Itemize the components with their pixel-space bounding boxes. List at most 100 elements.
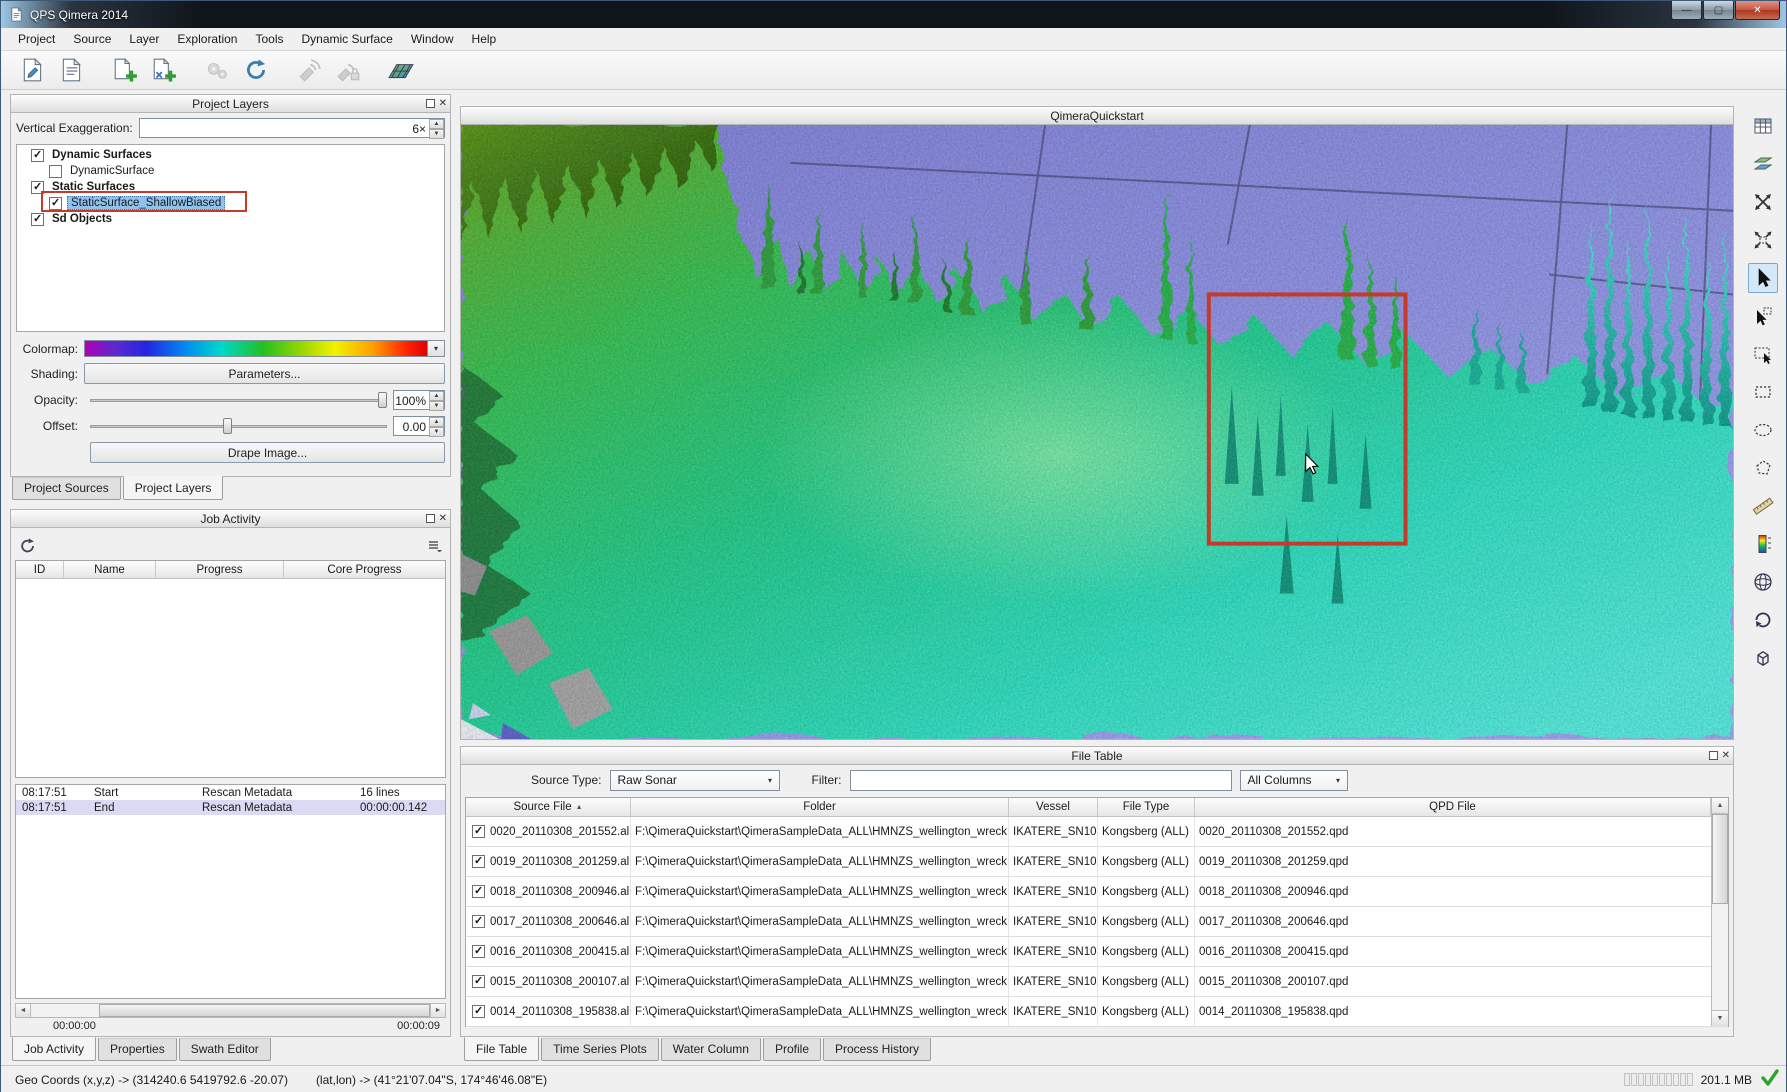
file-table-row[interactable]: 0020_20110308_201552.all F:\QimeraQuicks… bbox=[466, 817, 1728, 847]
column-name[interactable]: Name bbox=[64, 561, 156, 578]
grid-sphere-icon[interactable] bbox=[1748, 567, 1778, 597]
column-qpd-file[interactable]: QPD File bbox=[1195, 798, 1711, 816]
file-table-vertical-scrollbar[interactable]: ▲ ▼ bbox=[1711, 798, 1728, 1026]
column-id[interactable]: ID bbox=[16, 561, 64, 578]
tab-project-layers[interactable]: Project Layers bbox=[123, 476, 224, 500]
opacity-spinbox[interactable]: 100% ▲▼ bbox=[393, 390, 445, 410]
file-table-row[interactable]: 0014_20110308_195838.all F:\QimeraQuicks… bbox=[466, 997, 1728, 1027]
float-panel-button[interactable] bbox=[426, 99, 435, 108]
file-table-row[interactable]: 0017_20110308_200646.all F:\QimeraQuicks… bbox=[466, 907, 1728, 937]
menu-tools[interactable]: Tools bbox=[246, 29, 292, 49]
tab-properties[interactable]: Properties bbox=[98, 1038, 177, 1061]
file-checkbox[interactable] bbox=[472, 825, 485, 838]
rectangle-select-cursor-icon[interactable] bbox=[1748, 339, 1778, 369]
scene-header[interactable]: QimeraQuickstart bbox=[461, 107, 1733, 125]
ellipse-select-icon[interactable] bbox=[1748, 415, 1778, 445]
surface-layers-icon[interactable] bbox=[1748, 149, 1778, 179]
layer-checkbox[interactable] bbox=[31, 149, 44, 162]
menu-exploration[interactable]: Exploration bbox=[168, 29, 246, 49]
columns-dropdown[interactable]: All Columns ▾ bbox=[1240, 770, 1348, 791]
open-project-button[interactable] bbox=[54, 54, 90, 86]
file-checkbox[interactable] bbox=[472, 945, 485, 958]
polygon-select-icon[interactable] bbox=[1748, 453, 1778, 483]
title-bar[interactable]: QPS Qimera 2014 — ▢ ✕ bbox=[1, 1, 1786, 28]
menu-source[interactable]: Source bbox=[64, 29, 120, 49]
spin-up-icon[interactable]: ▲ bbox=[429, 391, 444, 401]
tab-time-series-plots[interactable]: Time Series Plots bbox=[541, 1038, 659, 1061]
source-type-dropdown[interactable]: Raw Sonar ▾ bbox=[610, 770, 780, 791]
spin-down-icon[interactable]: ▼ bbox=[429, 129, 444, 139]
spin-down-icon[interactable]: ▼ bbox=[429, 427, 444, 437]
log-row[interactable]: 08:17:51 Start Rescan Metadata 16 lines bbox=[16, 785, 445, 800]
file-table-row[interactable]: 0019_20110308_201259.all F:\QimeraQuicks… bbox=[466, 847, 1728, 877]
menu-window[interactable]: Window bbox=[402, 29, 463, 49]
layer-checkbox[interactable] bbox=[49, 197, 62, 210]
file-table[interactable]: Source File ▲ Folder Vessel File Type QP… bbox=[465, 797, 1729, 1027]
spin-down-icon[interactable]: ▼ bbox=[429, 401, 444, 411]
opacity-slider-handle[interactable] bbox=[378, 392, 387, 408]
tab-job-activity[interactable]: Job Activity bbox=[12, 1037, 96, 1061]
job-log[interactable]: 08:17:51 Start Rescan Metadata 16 lines … bbox=[15, 784, 446, 999]
file-checkbox[interactable] bbox=[472, 915, 485, 928]
tree-item-dynamicsurface[interactable]: DynamicSurface bbox=[17, 163, 444, 179]
measure-ruler-icon[interactable] bbox=[1748, 491, 1778, 521]
layer-checkbox[interactable] bbox=[31, 213, 44, 226]
file-table-row[interactable]: 0015_20110308_200107.all F:\QimeraQuicks… bbox=[466, 967, 1728, 997]
column-file-type[interactable]: File Type bbox=[1098, 798, 1195, 816]
rotate-view-icon[interactable] bbox=[1748, 605, 1778, 635]
filter-input[interactable] bbox=[850, 770, 1232, 791]
project-layers-header[interactable]: Project Layers ✕ bbox=[11, 95, 450, 113]
maximize-button[interactable]: ▢ bbox=[1703, 1, 1734, 20]
menu-project[interactable]: Project bbox=[9, 29, 64, 49]
tab-profile[interactable]: Profile bbox=[763, 1038, 821, 1061]
menu-layer[interactable]: Layer bbox=[120, 29, 168, 49]
tab-project-sources[interactable]: Project Sources bbox=[12, 477, 121, 500]
menu-dynamic-surface[interactable]: Dynamic Surface bbox=[292, 29, 401, 49]
tab-water-column[interactable]: Water Column bbox=[661, 1038, 761, 1061]
add-processed-files-button[interactable] bbox=[146, 54, 182, 86]
float-panel-button[interactable] bbox=[1709, 751, 1718, 760]
close-button[interactable]: ✕ bbox=[1735, 1, 1780, 20]
float-panel-button[interactable] bbox=[426, 514, 435, 523]
3d-view[interactable] bbox=[461, 125, 1733, 739]
scrollbar-thumb[interactable] bbox=[99, 1004, 430, 1017]
drape-image-button[interactable]: Drape Image... bbox=[90, 442, 445, 463]
job-table[interactable]: ID Name Progress Core Progress bbox=[15, 560, 446, 778]
log-row[interactable]: 08:17:51 End Rescan Metadata 00:00:00.14… bbox=[16, 800, 445, 815]
zoom-selection-icon[interactable] bbox=[1748, 225, 1778, 255]
tab-process-history[interactable]: Process History bbox=[823, 1038, 931, 1061]
file-checkbox[interactable] bbox=[472, 885, 485, 898]
close-panel-button[interactable]: ✕ bbox=[439, 512, 447, 525]
offset-spinbox[interactable]: 0.00 ▲▼ bbox=[393, 416, 445, 436]
tree-item-sd-objects[interactable]: Sd Objects bbox=[17, 211, 444, 227]
colormap-ramp-icon[interactable] bbox=[1748, 529, 1778, 559]
scroll-down-icon[interactable]: ▼ bbox=[1712, 1010, 1728, 1026]
pick-object-icon[interactable] bbox=[1748, 301, 1778, 331]
shading-parameters-button[interactable]: Parameters... bbox=[84, 363, 445, 384]
column-progress[interactable]: Progress bbox=[156, 561, 284, 578]
tree-item-staticsurface-shallowbiased[interactable]: StaticSurface_ShallowBiased bbox=[17, 195, 444, 211]
spin-up-icon[interactable]: ▲ bbox=[429, 417, 444, 427]
zoom-extents-icon[interactable] bbox=[1748, 187, 1778, 217]
scroll-right-icon[interactable]: ► bbox=[430, 1004, 445, 1017]
layer-checkbox[interactable] bbox=[49, 165, 62, 178]
column-source-file[interactable]: Source File ▲ bbox=[466, 798, 631, 816]
new-project-button[interactable] bbox=[15, 54, 51, 86]
column-core-progress[interactable]: Core Progress bbox=[284, 561, 445, 578]
layer-checkbox[interactable] bbox=[31, 181, 44, 194]
file-table-row[interactable]: 0016_20110308_200415.all F:\QimeraQuicks… bbox=[466, 937, 1728, 967]
column-folder[interactable]: Folder bbox=[631, 798, 1009, 816]
colormap-dropdown-arrow-icon[interactable]: ▾ bbox=[428, 340, 445, 357]
tab-file-table[interactable]: File Table bbox=[464, 1037, 539, 1061]
rectangle-select-icon[interactable] bbox=[1748, 377, 1778, 407]
file-checkbox[interactable] bbox=[472, 855, 485, 868]
file-table-header[interactable]: File Table ✕ bbox=[461, 747, 1733, 765]
file-checkbox[interactable] bbox=[472, 975, 485, 988]
column-vessel[interactable]: Vessel bbox=[1009, 798, 1098, 816]
spin-up-icon[interactable]: ▲ bbox=[429, 119, 444, 129]
menu-help[interactable]: Help bbox=[463, 29, 506, 49]
job-activity-header[interactable]: Job Activity ✕ bbox=[11, 510, 450, 528]
tree-item-static-surfaces[interactable]: Static Surfaces bbox=[17, 179, 444, 195]
job-list-menu-button[interactable] bbox=[424, 537, 446, 555]
close-panel-button[interactable]: ✕ bbox=[439, 97, 447, 110]
